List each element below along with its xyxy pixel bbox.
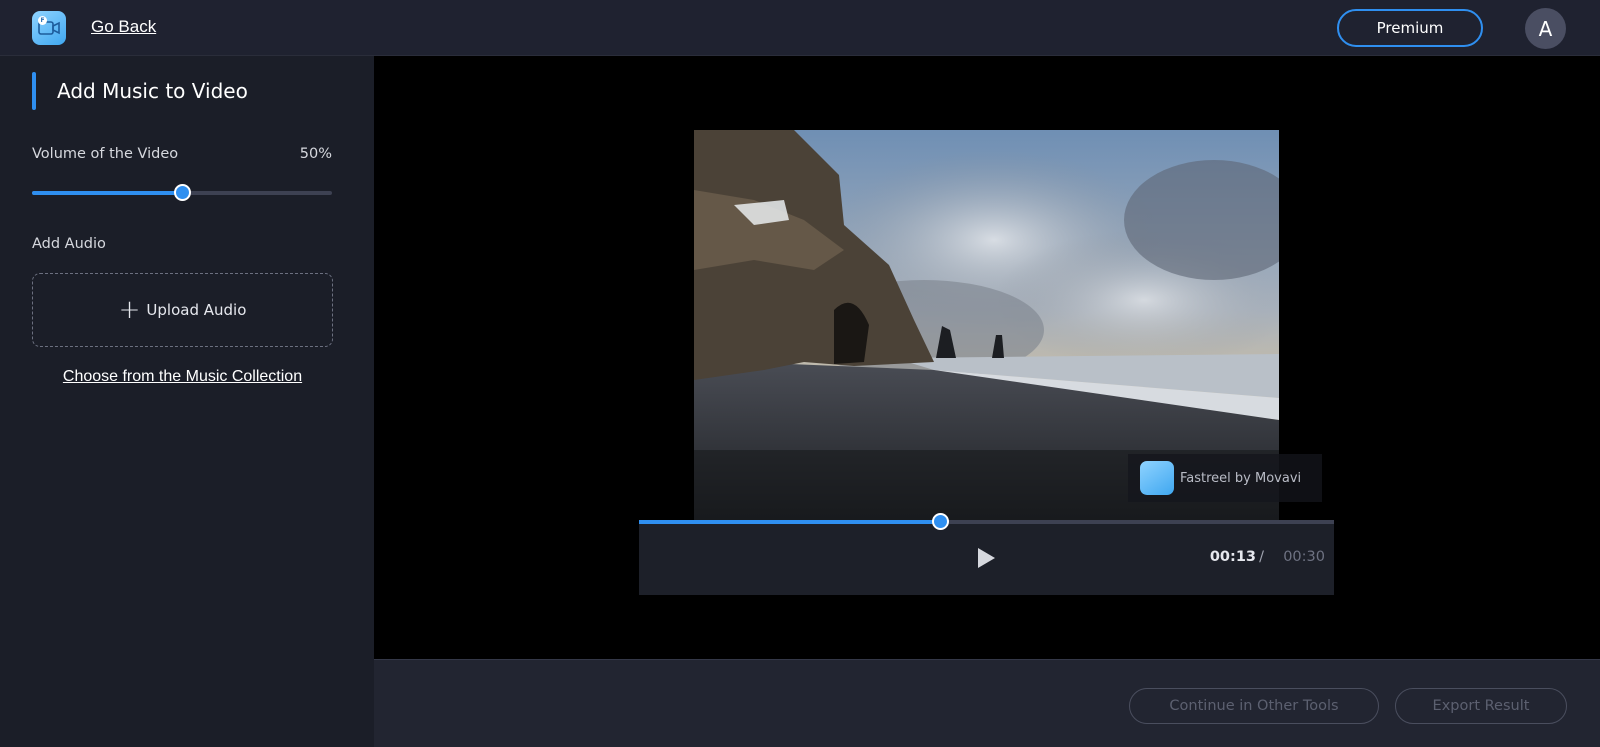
action-footer: Continue in Other Tools Export Result	[374, 659, 1600, 747]
upload-audio-label: Upload Audio	[146, 301, 247, 319]
add-audio-label: Add Audio	[32, 236, 106, 252]
watermark-badge: Fastreel by Movavi	[1128, 454, 1322, 502]
volume-value: 50%	[299, 146, 332, 162]
premium-button[interactable]: Premium	[1337, 9, 1483, 47]
volume-slider-fill	[32, 191, 182, 195]
fastreel-logo-icon	[1140, 461, 1174, 495]
volume-label: Volume of the Video	[32, 146, 179, 162]
tool-sidebar: Add Music to Video Volume of the Video 5…	[0, 56, 374, 747]
current-time: 00:13	[1209, 549, 1256, 565]
watermark-text: Fastreel by Movavi	[1180, 470, 1302, 486]
playback-progress-bar[interactable]	[639, 513, 1334, 530]
volume-slider[interactable]	[32, 184, 332, 201]
go-back-link[interactable]: Go Back	[91, 17, 156, 37]
page-title: Add Music to Video	[57, 79, 248, 103]
playback-progress-thumb[interactable]	[931, 513, 949, 530]
upload-audio-button[interactable]: + Upload Audio	[32, 273, 333, 347]
plus-icon: +	[118, 295, 141, 325]
video-preview-area: Fastreel by Movavi 00:13 / 00:30	[374, 56, 1600, 659]
total-duration: 00:30	[1283, 549, 1325, 565]
export-result-button[interactable]: Export Result	[1395, 688, 1567, 724]
player-controls: 00:13 / 00:30	[639, 513, 1334, 595]
time-separator: /	[1259, 549, 1264, 565]
app-logo-icon[interactable]: F	[32, 11, 66, 45]
title-accent-bar	[32, 72, 36, 110]
music-collection-link[interactable]: Choose from the Music Collection	[32, 368, 333, 386]
user-avatar[interactable]: A	[1525, 8, 1566, 49]
volume-slider-thumb[interactable]	[174, 184, 191, 201]
logo-badge-icon: F	[38, 16, 47, 25]
continue-in-other-tools-button[interactable]: Continue in Other Tools	[1129, 688, 1379, 724]
play-icon[interactable]	[976, 547, 996, 569]
playback-progress-fill	[639, 520, 940, 524]
top-header: F Go Back Premium A	[0, 0, 1600, 56]
